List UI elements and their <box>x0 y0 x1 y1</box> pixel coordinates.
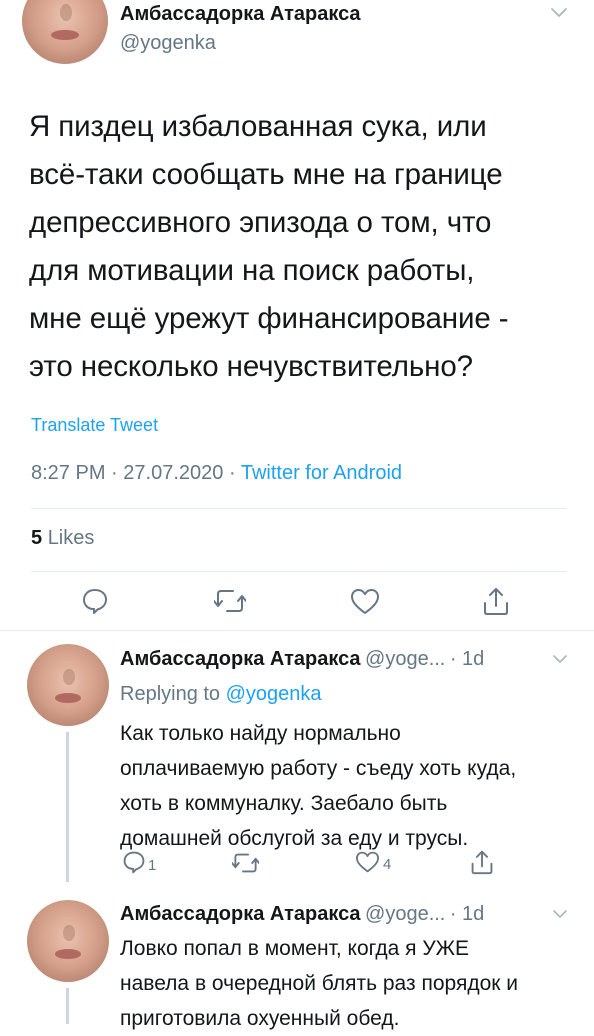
tweet-date: 27.07.2020 <box>123 462 224 484</box>
reply-author-name[interactable]: Амбассадорка Атаракса <box>120 648 361 670</box>
meta-separator: · <box>228 462 236 484</box>
reply-text: Как только найду нормально оплачиваемую … <box>120 716 590 856</box>
main-tweet-line: всё-таки сообщать мне на границе <box>29 158 503 191</box>
thread-connector <box>66 732 69 882</box>
heart-icon <box>355 851 380 873</box>
main-author-handle[interactable]: @yogenka <box>120 32 216 55</box>
reply-line: приготовила охуенный обед. <box>120 1007 400 1030</box>
reply-header: Амбассадорка Атаракса @yoge... · 1d <box>120 903 484 926</box>
replying-prefix: Replying to <box>120 683 221 705</box>
reply-text: Ловко попал в момент, когда я УЖЕ навела… <box>120 931 590 1036</box>
like-count: 4 <box>383 856 392 873</box>
reply-icon[interactable] <box>81 587 109 615</box>
likes-stat[interactable]: 5 Likes <box>31 527 94 550</box>
heart-icon[interactable] <box>350 588 380 615</box>
reply-author-avatar[interactable] <box>27 900 109 982</box>
reply-author-handle[interactable]: @yoge... <box>365 903 445 925</box>
reply-action-like[interactable]: 4 <box>355 851 391 873</box>
reply-line: навела в очередной блять раз порядок и <box>120 972 519 995</box>
main-author-avatar[interactable] <box>22 0 108 64</box>
main-tweet-line: депрессивного эпизода о том, что <box>29 206 492 239</box>
main-tweet-text: Я пиздец избалованная сука, или всё-таки… <box>29 103 589 391</box>
reply-line: Как только найду нормально <box>120 722 401 745</box>
main-tweet-line: мне ещё урежут финансирование - <box>29 302 509 335</box>
share-icon[interactable] <box>470 849 494 875</box>
tweet-metadata: 8:27 PM · 27.07.2020 · Twitter for Andro… <box>31 462 402 485</box>
retweet-icon[interactable] <box>214 588 246 614</box>
tweet-time: 8:27 PM <box>31 462 106 484</box>
main-tweet-line: Я пиздец избалованная сука, или <box>29 110 487 143</box>
reply-line: оплачиваемую работу - съеду хоть куда, <box>120 757 517 780</box>
chevron-down-icon[interactable] <box>553 655 567 664</box>
likes-label: Likes <box>47 527 95 549</box>
reply-line: хоть в коммуналку. Заебало быть <box>120 792 448 815</box>
meta-separator: · <box>111 462 118 484</box>
chevron-down-icon[interactable] <box>551 8 567 18</box>
likes-count: 5 <box>31 527 43 549</box>
reply-count: 1 <box>148 857 157 874</box>
divider <box>31 571 566 572</box>
tweet-source-link[interactable]: Twitter for Android <box>241 462 402 484</box>
replying-to: Replying to @yogenka <box>120 683 322 706</box>
thread-connector <box>66 988 69 1024</box>
reply-action-reply[interactable]: 1 <box>122 850 156 874</box>
main-author-name[interactable]: Амбассадорка Атаракса <box>120 3 361 26</box>
translate-tweet-link[interactable]: Translate Tweet <box>31 415 158 436</box>
main-tweet-line: это несколько нечувствительно? <box>29 350 473 383</box>
chevron-down-icon[interactable] <box>553 910 567 919</box>
reply-age: · 1d <box>449 903 485 925</box>
main-tweet-line: для мотивации на поиск работы, <box>29 254 475 287</box>
divider <box>0 630 594 631</box>
reply-author-handle[interactable]: @yoge... <box>365 648 445 670</box>
reply-line: Ловко попал в момент, когда я УЖЕ <box>120 937 470 960</box>
reply-header: Амбассадорка Атаракса @yoge... · 1d <box>120 648 484 671</box>
reply-icon <box>122 850 146 874</box>
reply-author-name[interactable]: Амбассадорка Атаракса <box>120 903 361 925</box>
replying-handle-link[interactable]: @yogenka <box>226 683 322 705</box>
reply-author-avatar[interactable] <box>27 644 109 726</box>
divider <box>31 508 566 509</box>
share-icon[interactable] <box>482 586 510 616</box>
reply-age: · 1d <box>449 648 485 670</box>
retweet-icon[interactable] <box>232 852 259 874</box>
